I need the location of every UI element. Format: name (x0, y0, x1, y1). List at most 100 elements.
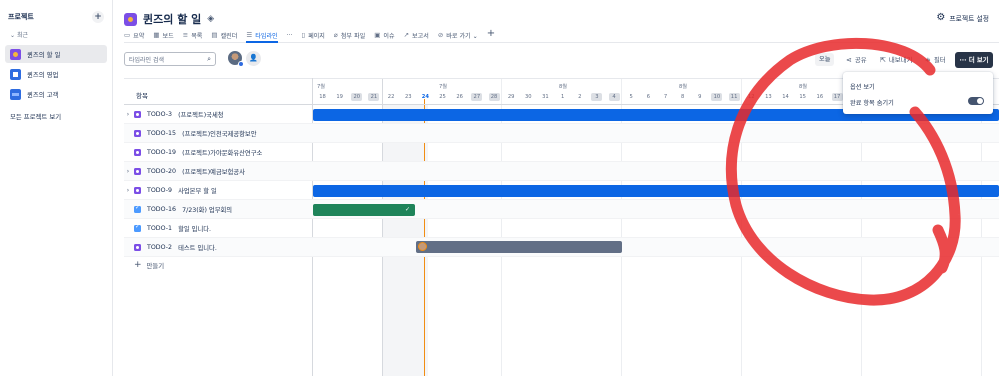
add-person-icon[interactable]: 👤 (246, 51, 261, 66)
project-customers-icon (10, 88, 21, 100)
hide-done-label: 완료 항목 숨기기 (850, 100, 894, 107)
create-label: 만들기 (146, 261, 165, 270)
project-sales-icon (10, 68, 21, 80)
tab-shortcuts[interactable]: ⊘ 바로 가기 ⌄ (438, 28, 478, 42)
paperclip-icon: ⌀ (333, 31, 338, 39)
timeline-bar[interactable] (313, 185, 999, 197)
task-icon (134, 223, 141, 232)
sidebar: 프로젝트 + ⌄ 최근 퀸즈의 할 일 퀸즈의 영업 퀸즈의 고객 모든 프로젝… (0, 0, 113, 376)
tab-label: 바로 가기 ⌄ (446, 32, 478, 40)
tab-list[interactable]: ≡ 목록 (183, 28, 203, 42)
epic-icon (134, 130, 141, 137)
issue-summary: (프로젝트)국세청 (178, 112, 224, 119)
app-window: 프로젝트 + ⌄ 최근 퀸즈의 할 일 퀸즈의 영업 퀸즈의 고객 모든 프로젝… (0, 0, 999, 376)
project-todo-icon (10, 48, 21, 60)
tab-timeline[interactable]: ☰ 타임라인 (246, 28, 278, 43)
issue-summary: 사업본부 할 일 (178, 188, 217, 195)
option-view-label: 옵션 보기 (850, 84, 875, 91)
paint-bucket-icon[interactable]: ◈ (207, 14, 214, 24)
search-icon: ⌕ (207, 54, 211, 63)
tab-label: 페이지 (308, 32, 325, 40)
add-tab-button[interactable]: + (487, 28, 495, 40)
assignee-avatar (418, 242, 427, 251)
table-row[interactable]: TODO-15 (프로젝트)인천국제공항보안 (124, 124, 999, 143)
tab-summary[interactable]: ▭ 요약 (124, 28, 144, 42)
list-icon: ≡ (182, 31, 189, 39)
table-row[interactable]: › TODO-20 (프로젝트)예금보험공사 (124, 162, 999, 181)
tab-issues[interactable]: ▣ 이슈 (374, 28, 394, 42)
issue-key[interactable]: TODO-9 (147, 187, 172, 194)
issue-key[interactable]: TODO-20 (147, 168, 176, 175)
chevron-right-icon[interactable]: › (124, 187, 132, 194)
share-button[interactable]: ⋖ 공유 (846, 53, 867, 67)
all-projects-link[interactable]: 모든 프로젝트 보기 (0, 105, 112, 128)
sidebar-header: 프로젝트 + (0, 0, 112, 23)
create-issue-button[interactable]: + 만들기 (134, 260, 164, 270)
project-settings-button[interactable]: ⚙ 프로젝트 설정 (936, 12, 989, 23)
table-row[interactable]: TODO-19 (프로젝트)가야문화유산연구소 (124, 143, 999, 162)
sidebar-item-customers[interactable]: 퀸즈의 고객 (5, 85, 107, 103)
sidebar-heading: 프로젝트 (8, 13, 34, 21)
export-button[interactable]: ⇱ 내보내기 (880, 53, 912, 67)
add-project-button[interactable]: + (92, 11, 104, 23)
page-header: 퀸즈의 할 일 ◈ (124, 11, 214, 27)
filter-button[interactable]: ≑ 필터 (925, 53, 946, 67)
tab-label: 타임라인 (255, 32, 278, 40)
recent-section-toggle[interactable]: ⌄ 최근 (0, 23, 112, 43)
more-dots-icon: ··· (286, 31, 293, 39)
issue-summary: 7/23(화) 업무회의 (182, 207, 233, 214)
board-icon: ▦ (153, 31, 160, 39)
table-row[interactable]: TODO-16 7/23(화) 업무회의 (124, 200, 999, 219)
tab-label: 보드 (162, 32, 174, 40)
timeline-search-input[interactable]: 타임라인 검색 ⌕ (124, 52, 216, 66)
tab-reports[interactable]: ↗ 보고서 (404, 28, 429, 42)
timeline-icon: ☰ (246, 31, 253, 39)
sidebar-item-sales[interactable]: 퀸즈의 영업 (5, 65, 107, 83)
filter-icon: ≑ (925, 56, 931, 64)
timeline-bar[interactable] (416, 241, 622, 253)
issue-key[interactable]: TODO-1 (147, 225, 172, 232)
task-icon (134, 204, 141, 213)
sidebar-item-label: 퀸즈의 고객 (27, 90, 59, 99)
recent-label: 최근 (16, 32, 28, 39)
more-view-button[interactable]: ··· 더 보기 (955, 52, 993, 68)
chevron-right-icon[interactable]: › (124, 168, 132, 175)
issue-key[interactable]: TODO-2 (147, 244, 172, 251)
today-button[interactable]: 오늘 (815, 53, 835, 66)
tab-more-menu[interactable]: ··· (287, 28, 293, 42)
issue-icon: ▣ (374, 31, 381, 39)
issue-key[interactable]: TODO-16 (147, 206, 176, 213)
share-icon: ⋖ (846, 56, 852, 64)
chart-icon: ↗ (403, 31, 410, 39)
chevron-right-icon[interactable]: › (124, 111, 132, 118)
more-view-dropdown: 옵션 보기 완료 항목 숨기기 (843, 72, 993, 114)
tab-calendar[interactable]: ▤ 캘린더 (211, 28, 237, 42)
issue-key[interactable]: TODO-3 (147, 111, 172, 118)
table-row[interactable]: TODO-1 할일 입니다. (124, 219, 999, 238)
issue-key[interactable]: TODO-15 (147, 130, 176, 137)
timeline-bar-done[interactable]: ✓ (313, 204, 415, 216)
tab-board[interactable]: ▦ 보드 (153, 28, 173, 42)
sidebar-item-label: 퀸즈의 할 일 (27, 50, 61, 59)
tab-label: 보고서 (412, 32, 429, 40)
timeline: 7월 7월 8월 8월 8월 18 19 20 21 22 23 24 25 26 27 28 29 3… (124, 78, 999, 376)
tab-attachments[interactable]: ⌀ 첨부 파일 (334, 28, 365, 42)
tab-pages[interactable]: ▯ 페이지 (301, 28, 324, 42)
tab-label: 요약 (133, 32, 145, 40)
epic-icon (134, 149, 141, 156)
avatar-status-badge (238, 61, 244, 67)
page-icon: ▯ (301, 31, 306, 39)
epic-icon (134, 168, 141, 175)
tab-bar: ▭ 요약 ▦ 보드 ≡ 목록 ▤ 캘린더 ☰ 타임라인 ··· ▯ 페이지 ⌀ 첨부 파일 ▣… (124, 28, 999, 43)
page-title: 퀸즈의 할 일 (143, 13, 202, 26)
sidebar-item-todo[interactable]: 퀸즈의 할 일 (5, 45, 107, 63)
project-todo-icon (124, 12, 137, 26)
epic-icon (134, 187, 141, 194)
gear-icon: ⚙ (936, 12, 946, 23)
tab-label: 이슈 (383, 32, 395, 40)
issue-summary: (프로젝트)가야문화유산연구소 (182, 150, 263, 157)
hide-done-toggle[interactable] (968, 97, 984, 105)
issue-key[interactable]: TODO-19 (147, 149, 176, 156)
share-label: 공유 (854, 56, 867, 64)
export-icon: ⇱ (880, 56, 886, 64)
